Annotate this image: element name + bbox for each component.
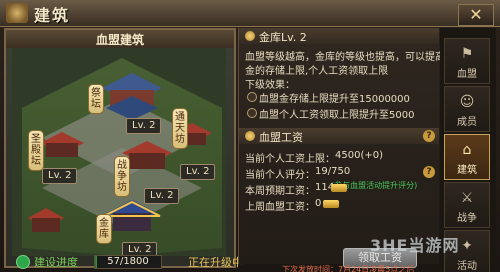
flag-icon: ⚑ [460,46,474,62]
level-badge-altar: Lv. 2 [126,118,162,134]
members-icon: ☺ [459,94,475,110]
building-tag-sanctum[interactable]: 圣殿坛 [28,130,44,171]
tab-guild[interactable]: ⚑ 血盟 [444,38,490,84]
detail-header: 金库Lv. 2 [239,28,439,44]
building-map-panel: 血盟建筑 祭坛 圣殿坛 通天坊 战争坊 金库 Lv. 2 Lv. 2 Lv. 2… [4,28,236,268]
help-icon[interactable]: ? [423,166,435,178]
bullet-icon [247,108,257,118]
gold-icon [245,31,255,41]
bullet-icon [247,92,257,102]
guild-map: 祭坛 圣殿坛 通天坊 战争坊 金库 Lv. 2 Lv. 2 Lv. 2 Lv. … [12,48,226,258]
progress-value: 57/1800 [107,256,149,267]
progress-bar: 57/1800 [94,255,162,269]
level-badge-pavilion: Lv. 2 [180,164,216,180]
construction-progress: 建设进度 57/1800 正在升级中 [16,254,248,270]
salary-limit-value: 4500(+0) [335,150,383,161]
detail-title: 金库Lv. 2 [259,31,307,44]
description-line-1: 血盟等级越高，金库的等级也提高，可以提高血盟 [245,52,465,63]
tab-members[interactable]: ☺ 成员 [444,86,490,132]
tab-label: 血盟 [457,69,477,80]
score-label: 当前个人评分： [245,170,315,181]
next-level-label: 下级效果： [245,80,295,91]
effect-line-1: 血盟金存储上限提升至15000000 [259,94,410,105]
close-button[interactable]: ✕ [458,4,494,26]
building-tag-pavilion[interactable]: 通天坊 [172,108,188,149]
building-tag-altar[interactable]: 祭坛 [88,84,104,114]
effect-line-2: 血盟个人工资领取上限提升至5000 [259,110,415,121]
guild-window: 建筑 ✕ 血盟建筑 祭坛 圣殿坛 通天坊 战争坊 金库 Lv. 2 Lv. 2 … [0,0,500,272]
building-tag-war[interactable]: 战争坊 [114,156,130,197]
tab-war[interactable]: ⚔ 战争 [444,182,490,228]
progress-label: 建设进度 [34,256,78,269]
gold-bar-icon [323,200,339,208]
salary-limit-label: 当前个人工资上限： [245,154,335,165]
map-header: 血盟建筑 [6,30,234,48]
map-illustration [12,48,226,256]
window-title: 建筑 [34,6,71,25]
description-line-2: 金的存储上限,个人工资领取上限 [245,66,389,77]
next-payout-note: 下次发放时间：7月24日凌晨5点之后 [282,265,415,272]
last-week-salary-value: 0 [315,198,322,209]
tab-label: 活动 [457,261,477,272]
gold-icon [245,131,255,141]
event-icon: ✦ [461,238,473,254]
score-value: 19/750 [315,166,351,177]
watermark: 3HE当游网 [370,236,460,255]
salary-header: 血盟工资 ? [239,128,439,144]
sword-icon: ⚔ [460,190,474,206]
building-detail-panel: 金库Lv. 2 血盟等级越高，金库的等级也提高，可以提高血盟 金的存储上限,个人… [238,28,465,268]
tab-buildings[interactable]: ⌂ 建筑 [444,134,490,180]
title-ornament-icon [6,3,28,23]
upgrade-status: 正在升级中 [188,256,243,269]
tab-label: 战争 [457,213,477,224]
salary-title: 血盟工资 [259,131,303,144]
level-badge-sanctum: Lv. 2 [42,168,78,184]
tab-label: 建筑 [457,165,477,176]
level-badge-war: Lv. 2 [144,188,180,204]
weekly-salary-label: 本周预期工资： [245,186,315,197]
tab-label: 成员 [457,117,477,128]
building-icon: ⌂ [462,142,472,158]
last-week-salary-label: 上周血盟工资： [245,202,315,213]
progress-icon [16,255,30,269]
help-icon[interactable]: ? [423,130,435,142]
gold-bar-icon [331,184,347,192]
title-bar: 建筑 ✕ [0,0,500,27]
building-tag-treasury[interactable]: 金库 [96,214,112,244]
map-title: 血盟建筑 [95,33,144,47]
